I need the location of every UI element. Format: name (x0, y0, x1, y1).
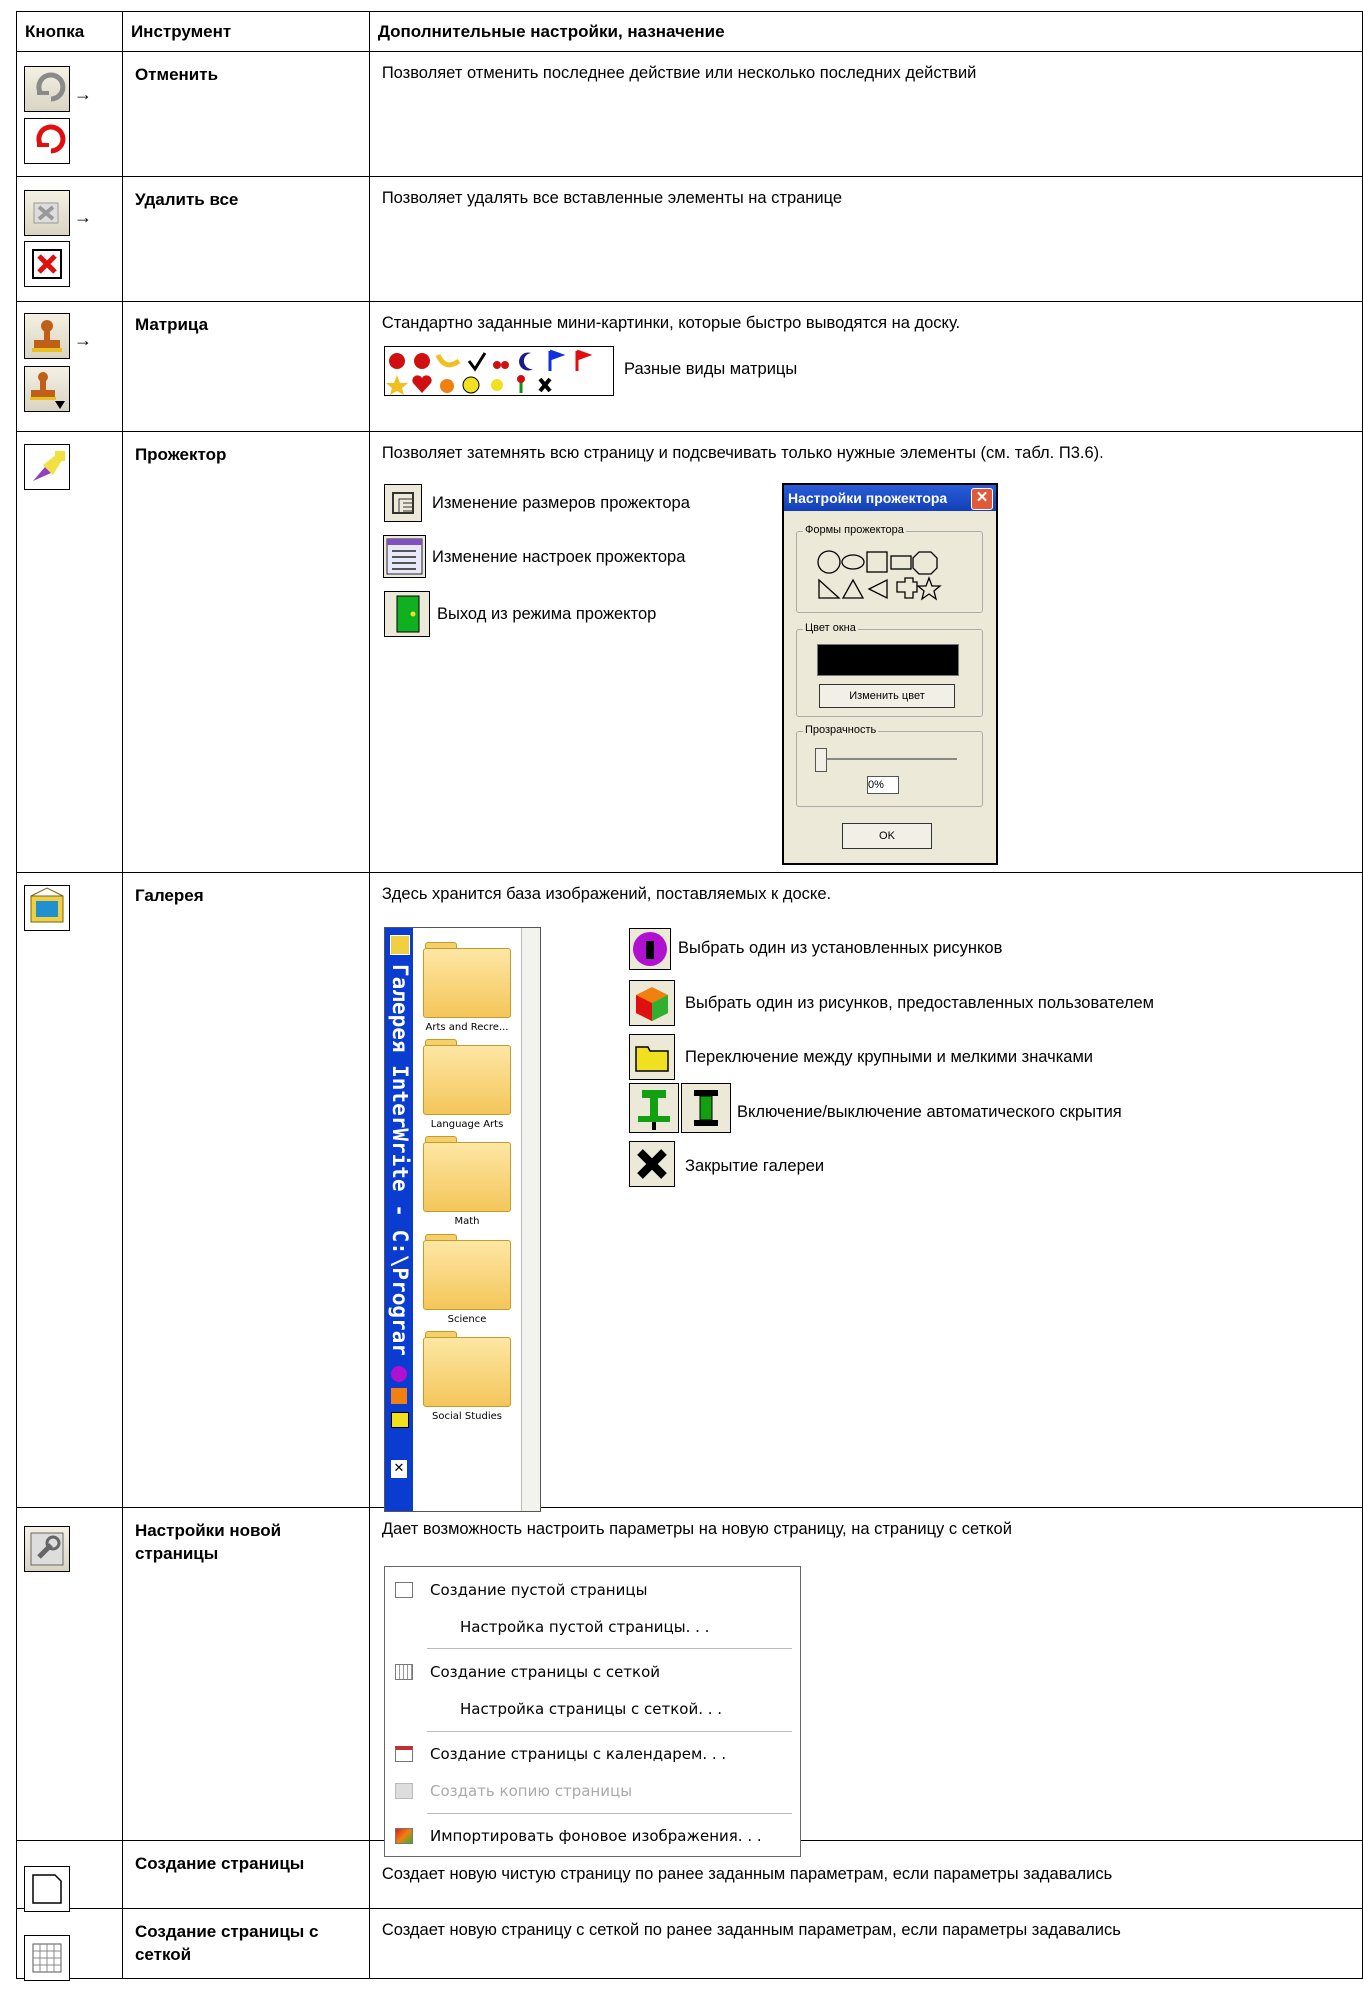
table-row: Удалить все Позволяет удалять все вставл… (16, 176, 1363, 302)
undo-disabled-icon[interactable] (24, 66, 70, 112)
spotlight-icon[interactable] (24, 444, 70, 490)
table-row: Отменить Позволяет отменить последнее де… (16, 51, 1363, 177)
tool-name: Создание страницы (121, 1840, 370, 1909)
matrix-sample-icons (384, 346, 614, 396)
gallery-sidebar: Галерея InterWrite - C:\Prograr ✕ (385, 928, 413, 1511)
gallery-vertical-title: Галерея InterWrite - C:\Prograr (388, 964, 412, 1356)
wrench-settings-icon[interactable] (24, 1526, 70, 1572)
folder-item[interactable]: Science (423, 1234, 511, 1325)
tool-name: Галерея (121, 872, 370, 1508)
gallery-item-label: Выбрать один из рисунков, предоставленны… (685, 994, 1154, 1012)
shapes-group: Формы прожектора (796, 524, 983, 613)
toggle-size-icon[interactable] (391, 1412, 409, 1428)
import-image-icon (395, 1828, 413, 1844)
menu-item[interactable]: Настройка пустой страницы. . . (385, 1612, 800, 1642)
button-cell (16, 431, 123, 873)
resize-spotlight-icon[interactable] (384, 484, 422, 522)
gallery-item-label: Переключение между крупными и мелкими зн… (685, 1048, 1094, 1066)
transparency-value: 0% (867, 776, 899, 794)
tool-name: Удалить все (121, 176, 370, 302)
pin-icon[interactable] (629, 1083, 679, 1133)
installed-pictures-icon[interactable] (629, 928, 671, 970)
create-grid-page-icon[interactable] (24, 1935, 70, 1981)
blank-page-icon (395, 1582, 413, 1598)
gallery-item-label: Включение/выключение автоматического скр… (737, 1103, 1122, 1121)
tool-description: Позволяет отменить последнее действие ил… (368, 51, 1363, 177)
transparency-slider[interactable] (817, 758, 957, 760)
create-page-icon[interactable] (24, 1866, 70, 1912)
close-gallery-button-icon[interactable] (629, 1141, 675, 1187)
header-tool: Инструмент (121, 11, 370, 52)
folder-item[interactable]: Social Studies (423, 1331, 511, 1422)
gallery-item-label: Выбрать один из установленных рисунков (678, 939, 1003, 957)
tool-name: Матрица (121, 301, 370, 432)
arrow: → (74, 84, 92, 104)
gallery-small-icon (390, 935, 410, 955)
tool-name: Прожектор (121, 431, 370, 873)
gallery-item-label: Закрытие галереи (685, 1157, 825, 1175)
dialog-title: Настройки прожектора (788, 490, 948, 506)
new-page-menu: Создание пустой страницы Настройка пусто… (384, 1566, 801, 1857)
transparency-label: Прозрачность (803, 724, 879, 736)
change-color-button[interactable]: Изменить цвет (819, 684, 955, 708)
stamp-icon[interactable] (24, 313, 70, 359)
menu-separator (427, 1648, 792, 1649)
header-description: Дополнительные настройки, назначение (368, 11, 1363, 52)
transparency-group: Прозрачность 0% (796, 724, 983, 807)
table-row: Галерея Здесь хранится база изображений,… (16, 872, 1363, 1508)
matrix-caption: Разные виды матрицы (624, 360, 798, 378)
spotlight-item-label: Изменение размеров прожектора (432, 494, 690, 512)
close-gallery-icon[interactable]: ✕ (391, 1460, 407, 1478)
table-row: Создание страницы с сеткой Создает новую… (16, 1908, 1363, 1979)
calendar-icon (395, 1746, 413, 1762)
arrow: → (74, 207, 92, 227)
folder-item[interactable]: Math (423, 1136, 511, 1227)
menu-item[interactable]: Импортировать фоновое изображения. . . (385, 1821, 800, 1851)
folder-size-icon[interactable] (629, 1034, 675, 1080)
user-pictures-icon[interactable] (629, 980, 675, 1026)
close-icon[interactable]: ✕ (971, 488, 993, 510)
slider-thumb[interactable] (815, 748, 827, 772)
gallery-scrollbar[interactable] (521, 928, 540, 1511)
copy-page-icon (395, 1783, 413, 1799)
color-group: Цвет окна Изменить цвет (796, 622, 983, 717)
menu-item[interactable]: Создание страницы с сеткой (385, 1657, 800, 1687)
button-cell (16, 872, 123, 1508)
spotlight-item-label: Изменение настроек прожектора (432, 548, 686, 566)
gallery-panel: Галерея InterWrite - C:\Prograr ✕ Arts a… (384, 927, 541, 1512)
menu-separator (427, 1731, 792, 1732)
select-installed-icon[interactable] (391, 1366, 407, 1382)
header-button: Кнопка (16, 11, 123, 52)
tool-name: Создание страницы с сеткой (121, 1908, 370, 1979)
select-user-icon[interactable] (391, 1388, 407, 1404)
color-swatch[interactable] (817, 644, 959, 676)
menu-item[interactable]: Создание страницы с календарем. . . (385, 1739, 800, 1769)
menu-item: Создать копию страницы (385, 1776, 800, 1806)
ok-button[interactable]: OK (842, 823, 932, 849)
delete-all-disabled-icon[interactable] (24, 190, 70, 236)
spotlight-settings-dialog: Настройки прожектора ✕ Формы прожектора Ц… (782, 483, 998, 865)
folder-item[interactable]: Language Arts (423, 1039, 511, 1130)
menu-separator (427, 1813, 792, 1814)
tool-name: Настройки новой страницы (121, 1507, 370, 1841)
arrow: → (74, 330, 92, 350)
menu-item[interactable]: Создание пустой страницы (385, 1575, 800, 1605)
folder-item[interactable]: Arts and Recre... (423, 942, 511, 1033)
shape-circle-option (817, 550, 841, 574)
grid-page-icon (395, 1664, 413, 1680)
tool-description: Позволяет удалять все вставленные элемен… (368, 176, 1363, 302)
delete-all-icon[interactable] (24, 241, 70, 287)
menu-item[interactable]: Настройка страницы с сеткой. . . (385, 1694, 800, 1724)
gallery-icon[interactable] (24, 885, 70, 931)
tool-description: Создает новую страницу с сеткой по ранее… (368, 1908, 1363, 1979)
exit-door-icon[interactable] (384, 591, 430, 637)
color-label: Цвет окна (803, 622, 858, 634)
pin-pressed-icon[interactable] (681, 1083, 731, 1133)
tool-name: Отменить (121, 51, 370, 177)
undo-icon[interactable] (24, 118, 70, 164)
stamp-dropdown-icon[interactable] (24, 366, 70, 412)
spotlight-settings-icon[interactable] (383, 535, 426, 578)
spotlight-item-label: Выход из режима прожектор (437, 605, 657, 623)
